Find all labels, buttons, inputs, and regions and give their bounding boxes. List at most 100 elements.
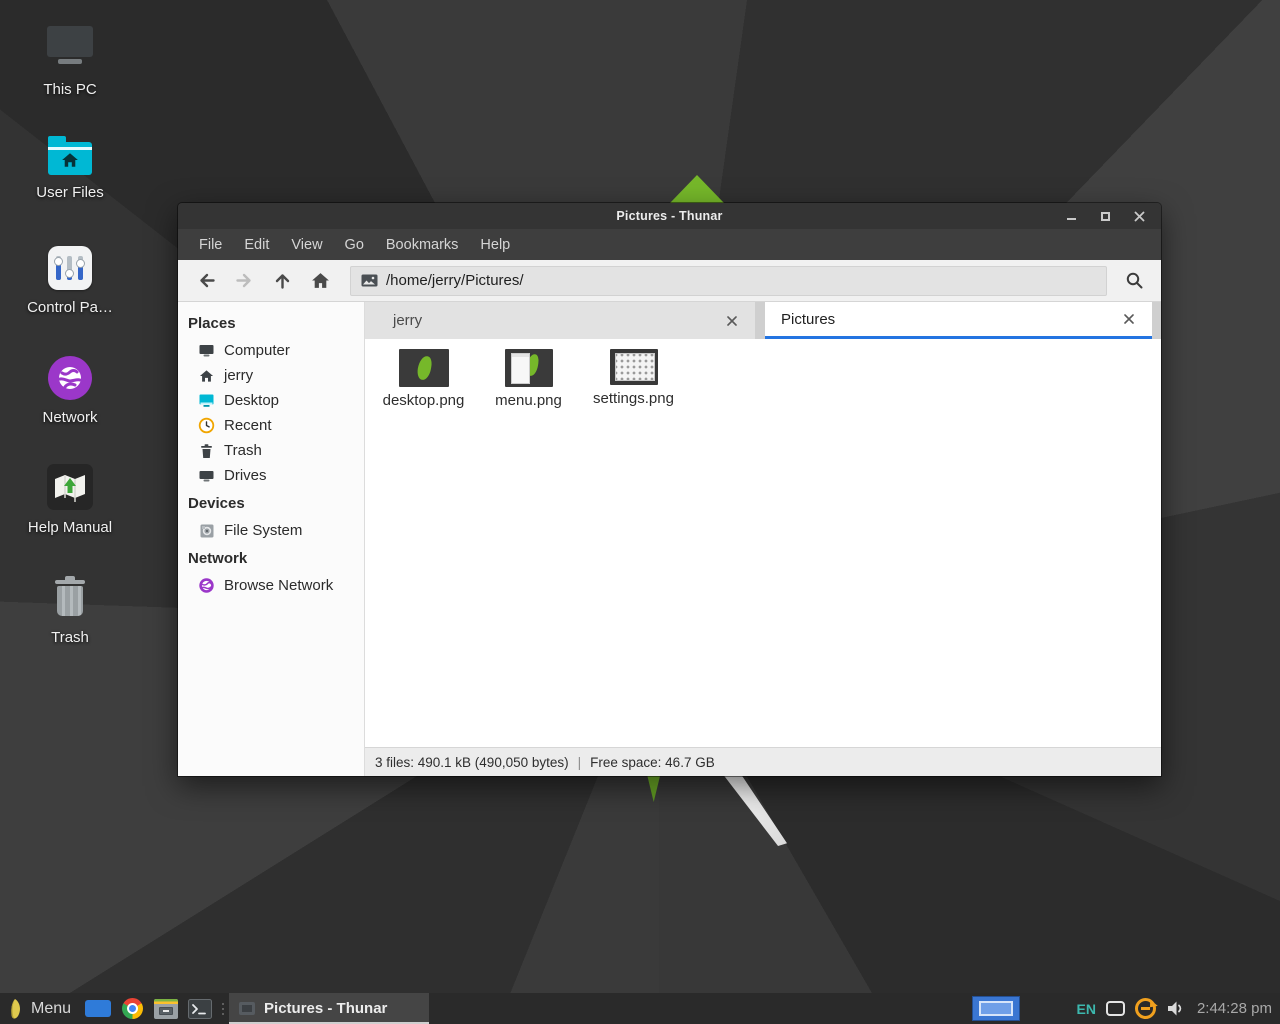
menu-edit[interactable]: Edit [234,232,279,258]
sidebar-item-recent[interactable]: Recent [178,413,364,438]
tab-bar: jerry Pictures [365,302,1161,339]
desktop-screen: This PC User Files Control Pa… Network [0,0,1280,1024]
task-label: Pictures - Thunar [264,1000,387,1017]
desktop-monitor-icon [198,392,215,409]
launcher-terminal[interactable] [183,993,217,1024]
network-globe-icon [48,356,92,400]
sidebar-item-desktop[interactable]: Desktop [178,388,364,413]
recent-clock-icon [198,417,215,434]
update-manager-icon[interactable] [1135,998,1156,1019]
sidebar-item-label: Drives [224,467,267,484]
menu-view[interactable]: View [281,232,332,258]
desktop-icon-control-panel[interactable]: Control Pa… [0,246,140,316]
desktop-icon-trash[interactable]: Trash [0,576,140,646]
user-files-folder-icon [48,142,92,175]
terminal-icon [188,999,212,1019]
desktop-icon-label: Trash [51,629,89,646]
sidebar-item-label: Recent [224,417,272,434]
main-area: jerry Pictures des [365,302,1161,776]
search-icon [1125,271,1144,290]
window-thumbnail-icon [239,1002,255,1015]
tab-pictures[interactable]: Pictures [765,302,1152,339]
menu-help[interactable]: Help [470,232,520,258]
desktop-icon-help-manual[interactable]: Help Manual [0,464,140,536]
menu-go[interactable]: Go [335,232,374,258]
desktop-icon-this-pc[interactable]: This PC [0,26,140,98]
home-button[interactable] [302,265,338,297]
file-settings-png[interactable]: settings.png [584,349,683,407]
status-files-summary: 3 files: 490.1 kB (490,050 bytes) [375,755,569,770]
menu-bookmarks[interactable]: Bookmarks [376,232,469,258]
file-cabinet-icon [154,999,178,1019]
keyboard-layout-indicator[interactable]: EN [1076,1001,1095,1017]
clock[interactable]: 2:44:28 pm [1197,1000,1272,1017]
sidebar-item-file-system[interactable]: File System [178,518,364,543]
sidebar-item-label: jerry [224,367,253,384]
mint-logo-icon [8,998,23,1020]
status-bar: 3 files: 490.1 kB (490,050 bytes) | Free… [365,747,1161,776]
image-file-icon [361,274,378,287]
help-manual-icon [47,464,93,510]
image-thumbnail [505,349,553,387]
thunar-window: Pictures - Thunar File Edit View Go Book… [178,203,1161,776]
sidebar-item-drives[interactable]: Drives [178,463,364,488]
sidebar-item-label: Desktop [224,392,279,409]
file-desktop-png[interactable]: desktop.png [374,349,473,409]
launcher-browser[interactable] [115,993,149,1024]
tab-close-button[interactable] [1118,308,1140,330]
forward-button[interactable] [226,265,262,297]
display-tray-icon[interactable] [1106,1001,1125,1016]
launcher-file-manager[interactable] [149,993,183,1024]
desktop-icon-label: This PC [43,81,96,98]
workspace-switcher[interactable] [972,996,1020,1021]
close-button[interactable] [1133,210,1145,222]
launcher-show-desktop[interactable] [81,993,115,1024]
sidebar-item-computer[interactable]: Computer [178,338,364,363]
control-panel-icon [48,246,92,290]
minimize-button[interactable] [1065,210,1077,222]
panel-separator-handle[interactable] [219,993,227,1024]
sidebar-item-label: File System [224,522,302,539]
sidebar-item-label: Trash [224,442,262,459]
search-button[interactable] [1115,265,1153,297]
sidebar-item-label: Browse Network [224,577,333,594]
path-text: /home/jerry/Pictures/ [386,272,524,289]
tab-jerry[interactable]: jerry [365,302,755,339]
chrome-browser-icon [122,998,143,1019]
taskbar-task-thunar[interactable]: Pictures - Thunar [229,993,429,1024]
pc-icon [47,26,93,72]
menubar: File Edit View Go Bookmarks Help [178,229,1161,260]
desktop-icon-label: Control Pa… [27,299,113,316]
sidebar-header-network: Network [178,543,364,573]
path-bar[interactable]: /home/jerry/Pictures/ [350,266,1107,296]
start-menu-label: Menu [31,1000,71,1018]
close-icon [1124,314,1134,324]
drives-icon [198,467,215,484]
sidebar-item-trash[interactable]: Trash [178,438,364,463]
file-name: desktop.png [383,392,465,409]
filesystem-drive-icon [198,522,215,539]
volume-icon[interactable] [1166,1000,1185,1017]
computer-icon [198,342,215,359]
back-button[interactable] [188,265,224,297]
start-menu-button[interactable]: Menu [0,993,81,1024]
file-view[interactable]: desktop.png menu.png settings.png [365,339,1161,747]
toolbar: /home/jerry/Pictures/ [178,260,1161,302]
status-free-space: Free space: 46.7 GB [590,755,715,770]
window-titlebar[interactable]: Pictures - Thunar [178,203,1161,229]
desktop-icon-user-files[interactable]: User Files [0,134,140,201]
taskbar: Menu Pictures - Thunar [0,993,1280,1024]
close-icon [727,316,737,326]
desktop-icon-network[interactable]: Network [0,356,140,426]
sidebar-item-jerry[interactable]: jerry [178,363,364,388]
window-title: Pictures - Thunar [178,209,1161,223]
maximize-button[interactable] [1099,210,1111,222]
desktop-icon-label: User Files [36,184,104,201]
tab-close-button[interactable] [721,310,743,332]
sidebar-header-places: Places [178,308,364,338]
file-name: menu.png [495,392,562,409]
up-button[interactable] [264,265,300,297]
menu-file[interactable]: File [189,232,232,258]
file-menu-png[interactable]: menu.png [479,349,578,409]
sidebar-item-browse-network[interactable]: Browse Network [178,573,364,598]
